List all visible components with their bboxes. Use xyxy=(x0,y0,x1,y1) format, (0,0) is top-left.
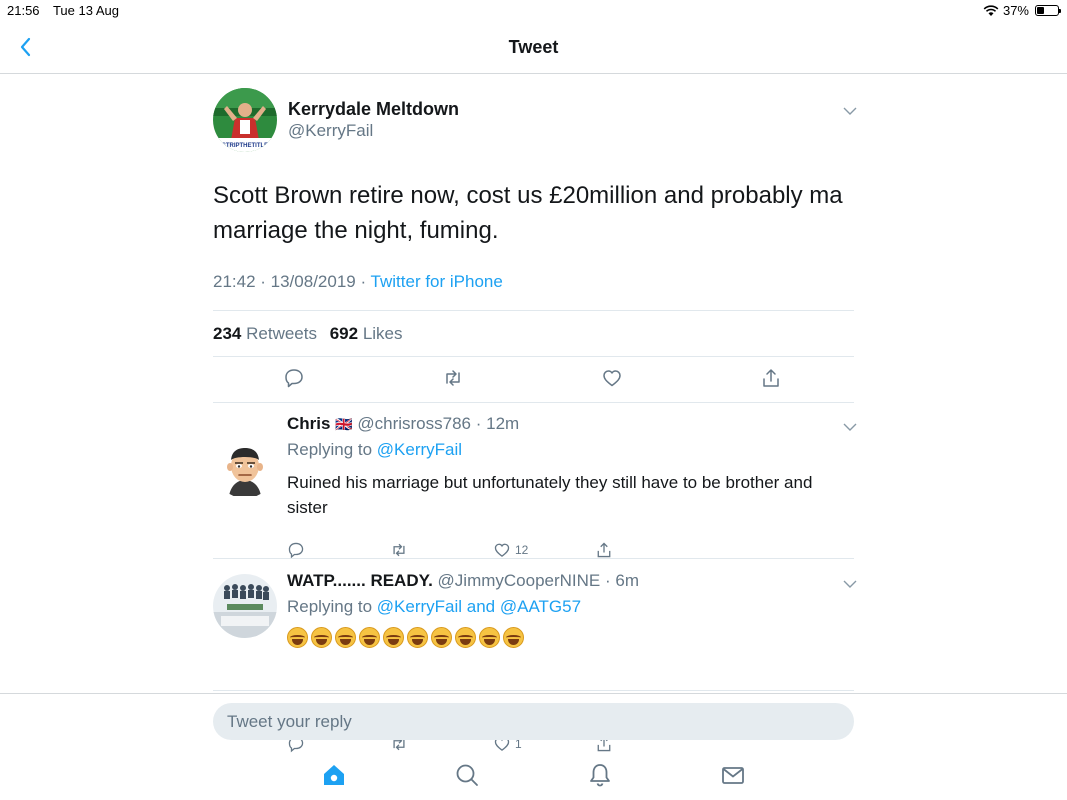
replying-to-link[interactable]: @KerryFail xyxy=(377,440,462,459)
chevron-down-icon[interactable] xyxy=(843,422,857,432)
laughing-emoji-icon xyxy=(383,627,404,648)
laughing-emoji-icon xyxy=(311,627,332,648)
author-avatar[interactable]: STRIPTHETITLE xyxy=(213,88,277,152)
status-left: 21:56 Tue 13 Aug xyxy=(7,3,129,18)
like-icon[interactable] xyxy=(601,367,623,389)
reply-header: Chris 🇬🇧 @chrisross786 · 12m xyxy=(287,414,519,434)
nav-bar: Tweet xyxy=(0,22,1067,74)
chevron-down-icon[interactable] xyxy=(843,579,857,589)
status-date: Tue 13 Aug xyxy=(52,3,119,18)
tweet-action-bar xyxy=(213,357,854,401)
battery-percent: 37% xyxy=(1002,3,1029,18)
tweet-source-link[interactable]: Twitter for iPhone xyxy=(371,272,503,291)
divider xyxy=(213,310,854,311)
laughing-emoji-icon xyxy=(455,627,476,648)
author-handle[interactable]: @KerryFail xyxy=(288,121,373,141)
avatar-caption: STRIPTHETITLE xyxy=(222,143,268,149)
retweets-count: 234 xyxy=(213,324,242,343)
chevron-down-icon[interactable] xyxy=(843,106,857,116)
reply-avatar[interactable] xyxy=(213,574,277,638)
reply-handle-time[interactable]: @chrisross786 · 12m xyxy=(357,414,519,433)
retweets-label: Retweets xyxy=(246,324,317,343)
share-button[interactable] xyxy=(595,540,613,560)
laughing-emoji-icon xyxy=(407,627,428,648)
share-icon[interactable] xyxy=(760,367,782,389)
reply-author-name[interactable]: WATP....... READY. xyxy=(287,571,433,590)
like-icon xyxy=(494,543,510,557)
replying-to: Replying to @KerryFail xyxy=(287,440,462,460)
tweet-meta: 21:42 · 13/08/2019 · Twitter for iPhone xyxy=(213,272,503,292)
notifications-icon[interactable] xyxy=(587,762,613,788)
search-icon[interactable] xyxy=(454,762,480,788)
replying-to-prefix: Replying to xyxy=(287,440,377,459)
reply-avatar-image xyxy=(213,434,277,498)
reply-icon xyxy=(288,542,304,559)
battery-fill xyxy=(1037,7,1044,14)
laughing-emoji-icon xyxy=(335,627,356,648)
laughing-emoji-icon xyxy=(503,627,524,648)
retweet-icon[interactable] xyxy=(442,367,464,389)
reply-header: WATP....... READY. @JimmyCooperNINE · 6m xyxy=(287,571,639,591)
divider xyxy=(213,402,854,403)
divider xyxy=(213,690,854,691)
status-right: 37% xyxy=(983,3,1061,18)
uk-flag-icon: 🇬🇧 xyxy=(335,416,353,432)
reply-avatar-image xyxy=(213,574,277,638)
reply-icon[interactable] xyxy=(283,367,305,389)
laughing-emoji-icon xyxy=(479,627,500,648)
replying-to-prefix: Replying to xyxy=(287,597,377,616)
reply-input[interactable] xyxy=(213,703,854,740)
wifi-icon xyxy=(983,4,999,16)
reply-tweet[interactable]: Chris 🇬🇧 @chrisross786 · 12m Replying to… xyxy=(213,414,857,559)
retweet-button[interactable] xyxy=(389,540,409,560)
divider xyxy=(213,558,854,559)
reply-author-name[interactable]: Chris xyxy=(287,414,330,433)
reply-handle-time[interactable]: @JimmyCooperNINE · 6m xyxy=(438,571,639,590)
likes-label: Likes xyxy=(362,324,403,343)
replying-to: Replying to @KerryFail and @AATG57 xyxy=(287,597,581,617)
reply-emoji-text xyxy=(287,627,524,648)
reply-avatar[interactable] xyxy=(213,434,277,498)
tweet-timestamp: 21:42 · 13/08/2019 · xyxy=(213,272,371,291)
status-bar: 21:56 Tue 13 Aug 37% xyxy=(0,0,1067,22)
like-count: 12 xyxy=(515,543,529,557)
page-title: Tweet xyxy=(508,37,559,57)
retweets-stat[interactable]: 234 Retweets xyxy=(213,324,317,343)
reply-tweet[interactable]: WATP....... READY. @JimmyCooperNINE · 6m… xyxy=(213,571,857,753)
reply-button[interactable] xyxy=(287,540,305,560)
reply-compose-box[interactable] xyxy=(213,703,854,740)
reply-text: Ruined his marriage but unfortunately th… xyxy=(287,473,813,517)
tweet-stats: 234 Retweets 692 Likes xyxy=(213,324,403,344)
likes-stat[interactable]: 692 Likes xyxy=(330,324,403,343)
replying-to-link[interactable]: @KerryFail and @AATG57 xyxy=(377,597,581,616)
share-icon xyxy=(597,542,611,558)
author-avatar-image: STRIPTHETITLE xyxy=(213,88,277,152)
laughing-emoji-icon xyxy=(359,627,380,648)
retweet-icon xyxy=(393,543,405,557)
home-icon[interactable] xyxy=(321,762,347,788)
like-button[interactable]: 12 xyxy=(493,540,528,560)
status-time: 21:56 xyxy=(7,3,40,18)
messages-icon[interactable] xyxy=(720,762,746,788)
battery-icon xyxy=(1035,5,1061,16)
author-name[interactable]: Kerrydale Meltdown xyxy=(288,99,459,120)
bottom-divider xyxy=(0,693,1067,694)
tweet-text: Scott Brown retire now, cost us £20milli… xyxy=(213,182,843,244)
laughing-emoji-icon xyxy=(431,627,452,648)
laughing-emoji-icon xyxy=(287,627,308,648)
likes-count: 692 xyxy=(329,324,359,343)
